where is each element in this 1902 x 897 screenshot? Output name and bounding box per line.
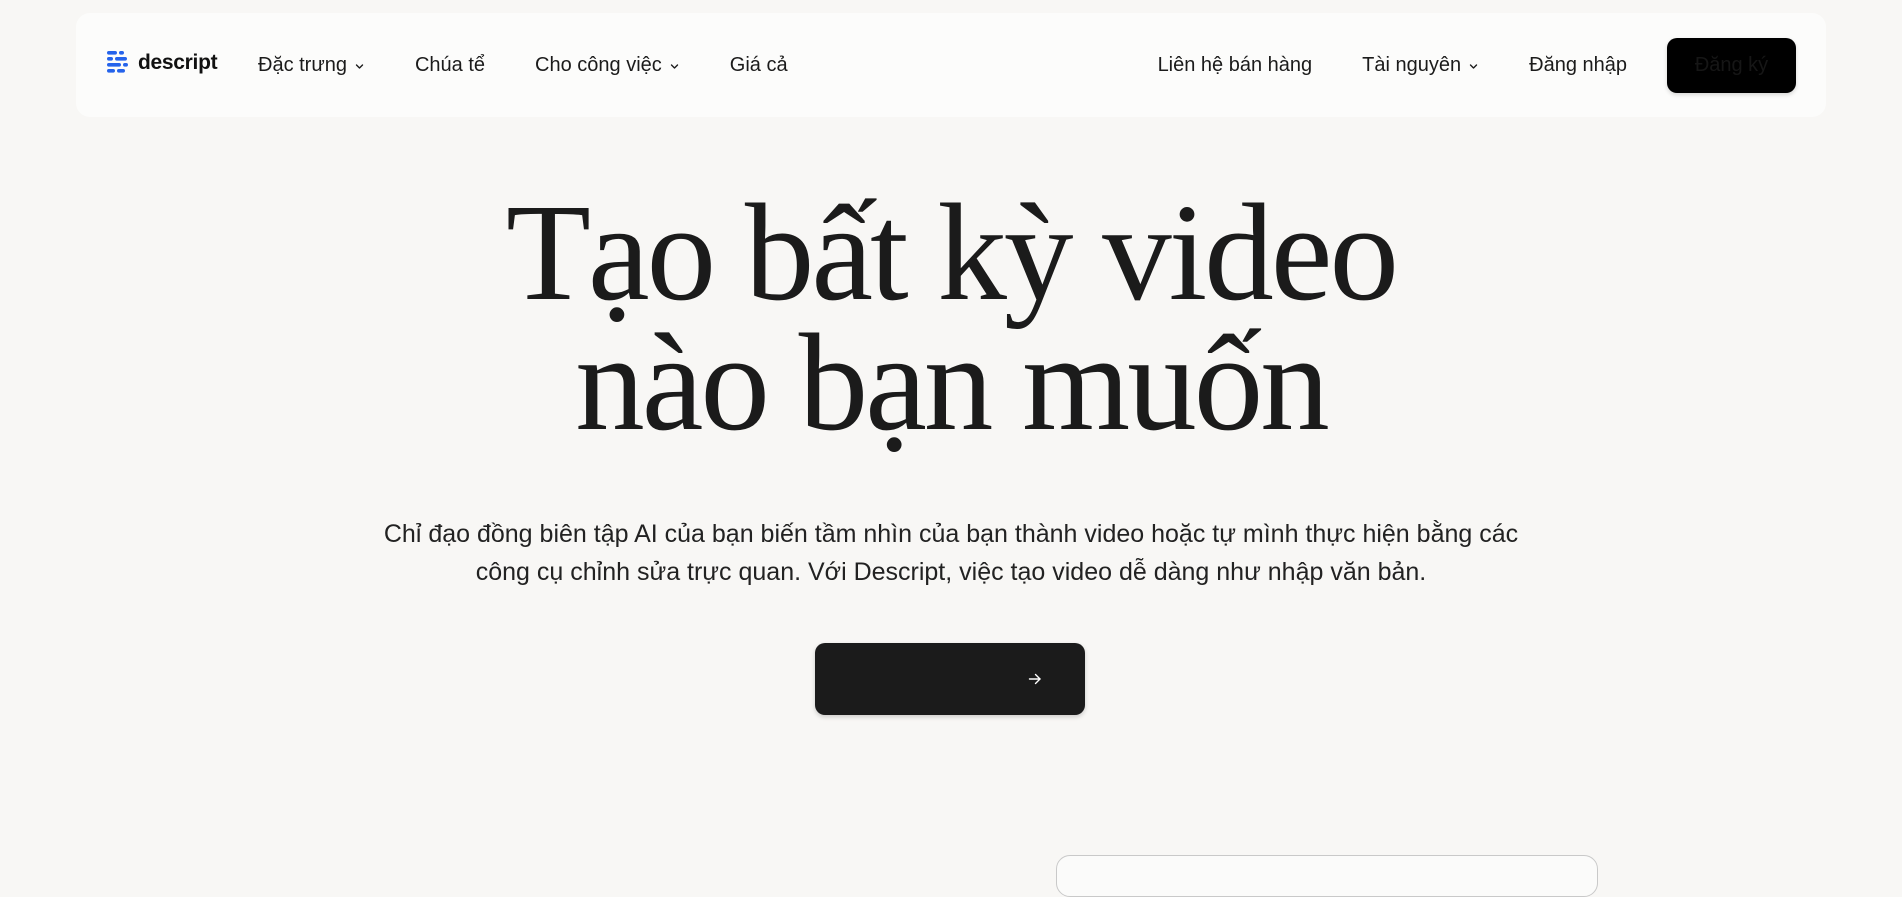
nav-item-pricing[interactable]: Giá cả bbox=[730, 55, 788, 75]
nav-item-for-work-label: Cho công việc bbox=[535, 54, 662, 76]
hero-title-line-2: nào bạn muốn bbox=[575, 306, 1330, 460]
hero-title: Tạo bất kỳ video nào bạn muốn bbox=[0, 176, 1902, 460]
get-started-button[interactable] bbox=[815, 643, 1085, 715]
product-preview-card bbox=[1056, 855, 1598, 897]
primary-nav: Đặc trưng Chúa tể Cho công việc Giá cả bbox=[258, 13, 788, 117]
nav-item-features-label: Đặc trưng bbox=[258, 54, 347, 76]
nav-item-lord-label: Chúa tể bbox=[414, 54, 486, 76]
nav-item-pricing-label: Giá cả bbox=[729, 54, 788, 76]
descript-logo[interactable]: descript bbox=[106, 49, 218, 75]
top-navigation: descript Đặc trưng Chúa tể Cho công việc… bbox=[76, 13, 1826, 117]
hero-subtitle: Chỉ đạo đồng biên tập AI của bạn biến tầ… bbox=[351, 515, 1551, 591]
brand-name: descript bbox=[138, 50, 218, 74]
hero-subtitle-line-2: công cụ chỉnh sửa trực quan. Với Descrip… bbox=[475, 558, 1427, 586]
descript-logo-icon bbox=[107, 51, 128, 73]
hero-title-line-1: Tạo bất kỳ video bbox=[506, 176, 1399, 330]
signup-button[interactable]: Đăng ký bbox=[1667, 37, 1796, 93]
nav-item-features[interactable]: Đặc trưng bbox=[258, 55, 365, 75]
nav-item-lord[interactable]: Chúa tể bbox=[415, 55, 485, 75]
nav-item-contact-sales[interactable]: Liên hệ bán hàng bbox=[1158, 55, 1313, 75]
secondary-nav: Liên hệ bán hàng Tài nguyên Đăng nhập Đă… bbox=[1158, 13, 1796, 117]
nav-item-resources-label: Tài nguyên bbox=[1362, 54, 1462, 76]
nav-item-login[interactable]: Đăng nhập bbox=[1529, 55, 1627, 75]
nav-item-for-work[interactable]: Cho công việc bbox=[535, 55, 680, 75]
arrow-right-icon bbox=[1028, 673, 1041, 685]
nav-item-login-label: Đăng nhập bbox=[1529, 54, 1627, 76]
nav-item-resources[interactable]: Tài nguyên bbox=[1362, 55, 1479, 75]
chevron-down-icon bbox=[355, 63, 364, 69]
chevron-down-icon bbox=[1469, 63, 1478, 69]
hero-subtitle-line-1: Chỉ đạo đồng biên tập AI của bạn biến tầ… bbox=[383, 520, 1519, 548]
chevron-down-icon bbox=[670, 63, 678, 69]
nav-item-contact-sales-label: Liên hệ bán hàng bbox=[1157, 54, 1313, 76]
